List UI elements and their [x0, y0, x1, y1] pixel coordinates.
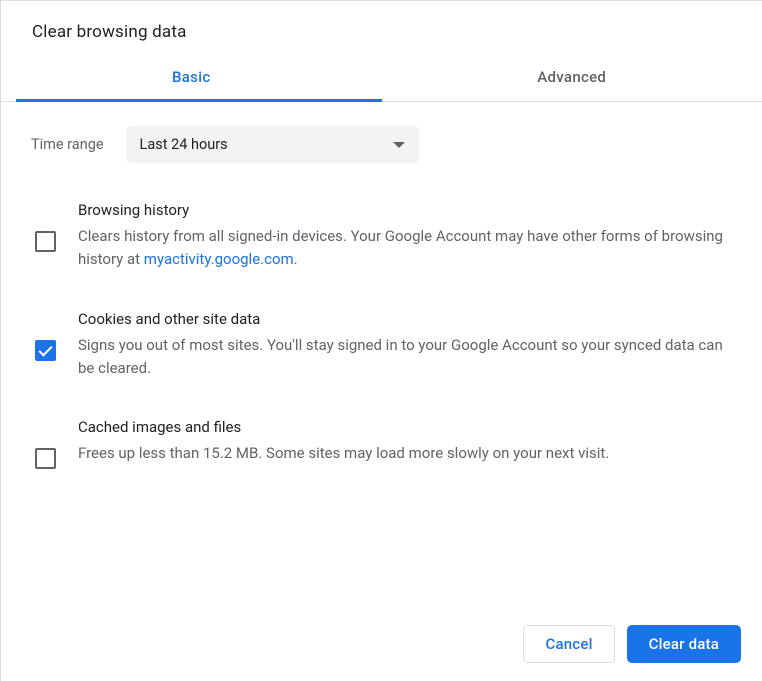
chevron-down-icon — [393, 142, 405, 148]
option-desc: Clears history from all signed-in device… — [78, 225, 742, 272]
time-range-select[interactable]: Last 24 hours — [126, 126, 419, 163]
option-desc-after: . — [294, 250, 298, 268]
clear-data-button[interactable]: Clear data — [627, 625, 741, 663]
option-text: Cached images and files Frees up less th… — [78, 418, 742, 465]
option-cookies: Cookies and other site data Signs you ou… — [31, 310, 742, 381]
checkbox-cookies[interactable] — [35, 340, 56, 361]
time-range-row: Time range Last 24 hours — [31, 126, 742, 163]
option-cache: Cached images and files Frees up less th… — [31, 418, 742, 469]
option-desc: Frees up less than 15.2 MB. Some sites m… — [78, 442, 742, 465]
tab-basic[interactable]: Basic — [1, 68, 382, 101]
time-range-value: Last 24 hours — [140, 136, 228, 153]
option-text: Browsing history Clears history from all… — [78, 201, 742, 272]
checkbox-cache[interactable] — [35, 448, 56, 469]
option-title: Cached images and files — [78, 418, 742, 436]
tab-advanced[interactable]: Advanced — [382, 68, 762, 101]
option-title: Browsing history — [78, 201, 742, 219]
option-text: Cookies and other site data Signs you ou… — [78, 310, 742, 381]
option-browsing-history: Browsing history Clears history from all… — [31, 201, 742, 272]
option-title: Cookies and other site data — [78, 310, 742, 328]
dialog-footer: Cancel Clear data — [1, 625, 762, 681]
cancel-button[interactable]: Cancel — [523, 625, 614, 663]
checkbox-browsing-history[interactable] — [35, 231, 56, 252]
time-range-label: Time range — [31, 136, 104, 153]
dialog-content: Time range Last 24 hours Browsing histor… — [1, 102, 762, 625]
clear-browsing-data-dialog: Clear browsing data Basic Advanced Time … — [0, 0, 762, 681]
myactivity-link[interactable]: myactivity.google.com — [144, 250, 294, 268]
dialog-title: Clear browsing data — [1, 1, 762, 42]
option-desc: Signs you out of most sites. You'll stay… — [78, 334, 742, 381]
tabs: Basic Advanced — [1, 68, 762, 102]
